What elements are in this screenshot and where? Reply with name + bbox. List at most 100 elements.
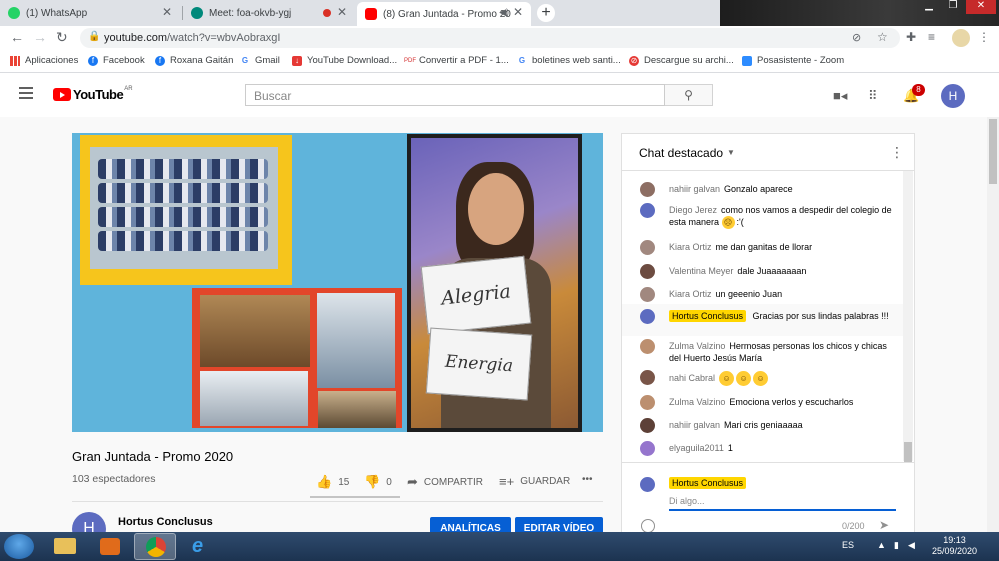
chevron-down-icon[interactable]: ▼ (727, 148, 735, 157)
chat-author[interactable]: Zulma Valzino (669, 397, 725, 407)
facebook-icon: f (88, 55, 98, 66)
chat-author[interactable]: Valentina Meyer (669, 266, 733, 276)
chapel-photo (317, 293, 395, 388)
share-button[interactable]: ➦ COMPARTIR (407, 474, 483, 490)
chat-menu-icon[interactable]: ⋮ (890, 144, 904, 161)
chat-message-input[interactable]: Di algo... (669, 493, 896, 511)
chat-author[interactable]: nahiir galvan (669, 420, 720, 430)
create-video-icon[interactable]: ■◂ (833, 88, 847, 104)
taskbar-ie[interactable]: e (180, 533, 222, 560)
start-button[interactable] (4, 534, 34, 559)
send-icon[interactable]: ➤ (879, 518, 889, 532)
tab-meet[interactable]: Meet: foa-okvb-ygj ✕ (183, 2, 355, 24)
close-icon[interactable]: ✕ (162, 5, 172, 19)
windows-taskbar: e ES ▲ ▮ ◀ 19:13 25/09/2020 (0, 532, 999, 561)
minimize-button[interactable]: ▁ (918, 0, 940, 14)
save-button[interactable]: ≡+ GUARDAR (499, 474, 570, 489)
menu-kebab-icon[interactable]: ⋮ (978, 30, 990, 44)
dislike-button[interactable]: 👎 0 (364, 474, 392, 490)
chat-scrollbar-track[interactable] (903, 171, 913, 461)
chat-author[interactable]: nahi Cabral (669, 373, 715, 383)
search-placeholder: Buscar (254, 89, 292, 103)
close-window-button[interactable]: ✕ (966, 0, 996, 14)
chat-text: Emociona verlos y escucharlos (729, 397, 854, 407)
forward-icon[interactable]: → (33, 29, 47, 45)
bookmark-label: Convertir a PDF - 1... (419, 55, 509, 66)
back-icon[interactable]: ← (10, 29, 24, 45)
taskbar-media-player[interactable] (89, 533, 131, 560)
avatar (640, 287, 655, 302)
search-input[interactable]: Buscar (245, 84, 665, 106)
page-scrollbar[interactable] (987, 117, 999, 532)
like-button[interactable]: 👍 15 (316, 474, 349, 490)
chat-author[interactable]: Kiara Ortiz (669, 242, 712, 252)
volume-icon[interactable]: ◀ (908, 540, 915, 551)
youtube-play-icon (53, 88, 71, 101)
bookmark-boletines[interactable]: G boletines web santi... (517, 55, 621, 66)
system-clock[interactable]: 19:13 25/09/2020 (932, 535, 977, 557)
profile-avatar[interactable] (952, 29, 970, 47)
speaker-icon[interactable]: ◀) (499, 7, 509, 18)
tab-youtube[interactable]: (8) Gran Juntada - Promo 20 ◀) ✕ (357, 2, 531, 26)
network-icon[interactable]: ▲ (877, 540, 886, 550)
laughing-face-icon: ☺ (753, 371, 769, 386)
signal-icon[interactable]: ▮ (894, 540, 899, 551)
google-icon: G (240, 55, 250, 66)
chat-text: Mari cris geniaaaaa (724, 420, 803, 430)
more-actions-button[interactable]: ••• (582, 474, 593, 485)
clock-date: 25/09/2020 (932, 546, 978, 556)
restore-button[interactable]: ❐ (942, 0, 964, 14)
tab-label: (1) WhatsApp (26, 7, 88, 19)
chat-author[interactable]: Zulma Valzino (669, 341, 725, 351)
video-player[interactable]: Alegria Energia (72, 133, 603, 432)
extensions-icon[interactable]: ✚ (906, 30, 916, 44)
tab-whatsapp[interactable]: (1) WhatsApp ✕ (0, 2, 180, 24)
notification-count-badge: 8 (912, 84, 925, 96)
taskbar-explorer[interactable] (44, 533, 86, 560)
close-icon[interactable]: ✕ (337, 5, 347, 19)
page-scrollbar-thumb[interactable] (989, 119, 997, 184)
chat-author[interactable]: Kiara Ortiz (669, 289, 712, 299)
bookmark-descargue[interactable]: ⊘ Descargue su archi... (629, 55, 734, 66)
bookmark-star-icon[interactable]: ☆ (877, 30, 888, 44)
bookmark-youtube-download[interactable]: ↓ YouTube Download... (292, 55, 397, 66)
youtube-logo[interactable]: YouTube AR (53, 86, 133, 102)
apps-grid-icon (10, 55, 20, 66)
channel-name[interactable]: Hortus Conclusus (118, 516, 213, 528)
new-tab-button[interactable]: + (537, 4, 555, 22)
address-bar[interactable]: 🔒 youtube.com/watch?v=wbvAobraxgI ⊘ ☆ (80, 28, 900, 48)
language-indicator[interactable]: ES (842, 540, 854, 550)
bookmark-apps[interactable]: Aplicaciones (10, 55, 78, 66)
search-button[interactable]: ⚲ (665, 84, 713, 106)
bookmark-label: Facebook (103, 55, 145, 66)
divider (72, 501, 603, 502)
close-icon[interactable]: ✕ (513, 5, 523, 19)
tab-label: Meet: foa-okvb-ygj (209, 7, 292, 19)
sign-alegria: Alegria (420, 255, 532, 335)
bookmark-label: Roxana Gaitán (170, 55, 234, 66)
chat-mode-dropdown[interactable]: Chat destacado (639, 146, 723, 160)
folder-icon (54, 538, 76, 554)
bookmark-roxana[interactable]: f Roxana Gaitán (155, 55, 233, 66)
bookmark-gmail[interactable]: G Gmail (240, 55, 280, 66)
apps-grid-icon[interactable]: ⠿ (868, 88, 878, 104)
hamburger-menu-icon[interactable] (19, 87, 33, 102)
emoji-picker-icon[interactable] (641, 519, 655, 533)
user-avatar[interactable]: H (941, 84, 965, 108)
chat-author-owner-badge[interactable]: Hortus Conclusus (669, 310, 747, 322)
bookmark-convertir-pdf[interactable]: PDF Convertir a PDF - 1... (404, 55, 509, 66)
chat-author[interactable]: Diego Jerez (669, 205, 717, 215)
chat-author[interactable]: elyaguila2011 (669, 443, 724, 453)
camera-blocked-icon[interactable]: ⊘ (852, 31, 861, 44)
reload-icon[interactable]: ↻ (56, 29, 68, 46)
media-control-icon[interactable]: ≡ (928, 30, 935, 44)
bookmark-zoom[interactable]: Posasistente - Zoom (742, 55, 844, 66)
bookmark-facebook[interactable]: f Facebook (88, 55, 145, 66)
chat-author[interactable]: nahiir galvan (669, 184, 720, 194)
url-host: youtube.com (104, 32, 167, 44)
chat-scrollbar-thumb[interactable] (904, 442, 912, 462)
playlist-add-icon: ≡+ (499, 474, 515, 489)
save-label: GUARDAR (520, 476, 571, 487)
taskbar-chrome[interactable] (134, 533, 176, 560)
browser-toolbar: ← → ↻ 🔒 youtube.com/watch?v=wbvAobraxgI … (0, 26, 999, 50)
